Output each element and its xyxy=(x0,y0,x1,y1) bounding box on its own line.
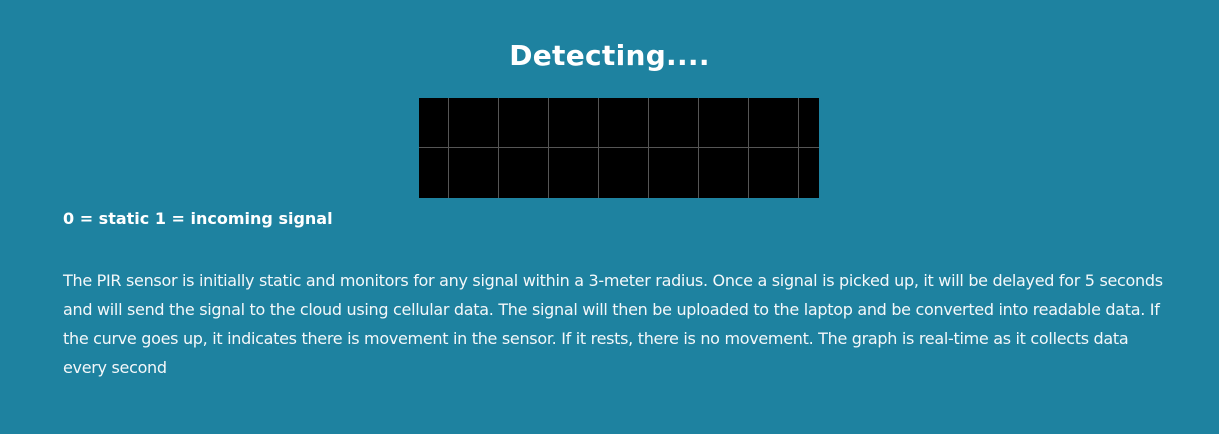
graph-legend: 0 = static 1 = incoming signal xyxy=(63,209,333,228)
page-title: Detecting.... xyxy=(509,39,710,72)
sensor-description: The PIR sensor is initially static and m… xyxy=(63,271,1163,377)
signal-graph-grid xyxy=(419,98,819,198)
signal-graph xyxy=(419,98,819,198)
